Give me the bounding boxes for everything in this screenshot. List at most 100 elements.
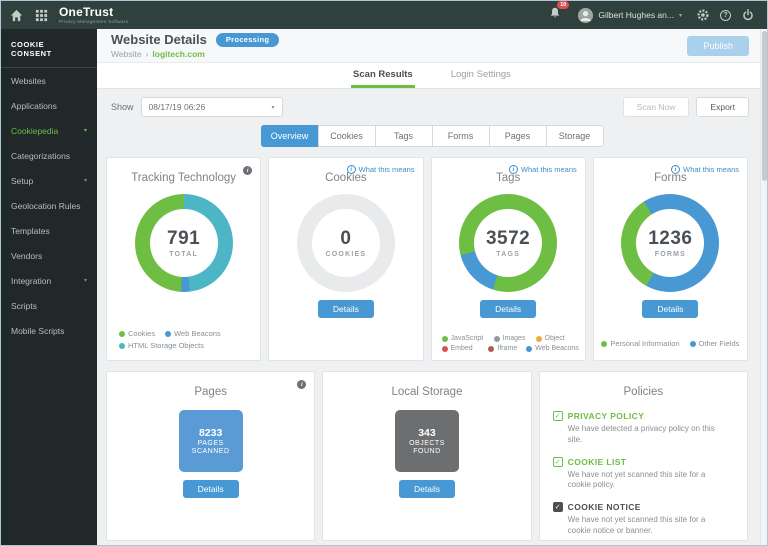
- sidebar-item-label: Geolocation Rules: [11, 201, 80, 211]
- user-menu[interactable]: Gilbert Hughes an... ▾: [578, 8, 682, 23]
- pages-tile: 8233 PAGES SCANNED: [179, 410, 243, 472]
- sidebar-item-geolocation-rules[interactable]: Geolocation Rules: [1, 193, 97, 218]
- tab-login-settings[interactable]: Login Settings: [449, 63, 513, 88]
- scan-date-select[interactable]: 08/17/19 06:26 ▾: [141, 97, 283, 117]
- sidebar-item-vendors[interactable]: Vendors: [1, 243, 97, 268]
- sidebar-item-websites[interactable]: Websites: [1, 68, 97, 93]
- sidebar-item-label: Websites: [11, 76, 46, 86]
- legend-label: Web Beacons: [535, 345, 578, 352]
- local-storage-details-button[interactable]: Details: [399, 480, 455, 498]
- logout-power-icon[interactable]: [741, 8, 755, 22]
- scan-now-button[interactable]: Scan Now: [623, 97, 690, 117]
- sidebar-item-label: Categorizations: [11, 151, 70, 161]
- legend-dot: [119, 343, 125, 349]
- legend-label: Personal Information: [610, 339, 679, 348]
- home-icon[interactable]: [9, 8, 24, 23]
- policy-description: We have not yet scanned this site for a …: [568, 470, 728, 492]
- legend-label: Cookies: [128, 329, 155, 338]
- legend-dot: [536, 336, 542, 342]
- caret-down-icon: ▾: [272, 104, 275, 111]
- card-title: Local Storage: [323, 386, 530, 398]
- sidebar-item-setup[interactable]: Setup▾: [1, 168, 97, 193]
- pill-pages[interactable]: Pages: [489, 125, 547, 147]
- tags-legend: JavaScript Images Object Embed Iframe We…: [442, 335, 579, 352]
- scrollbar-thumb[interactable]: [762, 31, 767, 181]
- caret-down-icon: ▾: [84, 127, 87, 134]
- checkbox-checked-icon[interactable]: ✓: [553, 457, 563, 467]
- cookies-count-value: 0: [340, 228, 351, 250]
- sidebar: COOKIE CONSENT Websites Applications Coo…: [1, 29, 97, 545]
- legend-item: HTML Storage Objects: [119, 341, 204, 350]
- pill-forms[interactable]: Forms: [432, 125, 490, 147]
- tracking-total-unit: TOTAL: [169, 251, 198, 258]
- legend-item: Other Fields: [690, 339, 740, 348]
- policy-label: PRIVACY POLICY: [568, 411, 645, 421]
- policy-description: We have not yet scanned this site for a …: [568, 515, 728, 537]
- legend-label: Embed: [451, 345, 473, 352]
- vertical-scrollbar[interactable]: [760, 29, 767, 545]
- sidebar-item-label: Vendors: [11, 251, 42, 261]
- local-storage-count-value: 343: [418, 427, 436, 439]
- export-button[interactable]: Export: [696, 97, 749, 117]
- tags-details-button[interactable]: Details: [480, 300, 536, 318]
- legend-label: HTML Storage Objects: [128, 341, 204, 350]
- tab-scan-results[interactable]: Scan Results: [351, 63, 415, 88]
- legend-label: Iframe: [497, 345, 517, 352]
- pill-storage[interactable]: Storage: [546, 125, 604, 147]
- sidebar-item-mobile-scripts[interactable]: Mobile Scripts: [1, 318, 97, 343]
- tags-count-value: 3572: [486, 228, 530, 250]
- legend-item: JavaScript: [442, 335, 494, 342]
- legend-label: Web Beacons: [174, 329, 221, 338]
- app-grid-icon[interactable]: [34, 8, 49, 23]
- cookies-what-this-means-link[interactable]: i What this means: [347, 165, 415, 174]
- pill-cookies[interactable]: Cookies: [318, 125, 376, 147]
- forms-details-button[interactable]: Details: [642, 300, 698, 318]
- pill-tags[interactable]: Tags: [375, 125, 433, 147]
- info-icon: i: [509, 165, 518, 174]
- pages-details-button[interactable]: Details: [183, 480, 239, 498]
- sidebar-item-integration[interactable]: Integration▾: [1, 268, 97, 293]
- pages-count-value: 8233: [199, 427, 222, 439]
- forms-what-this-means-link[interactable]: i What this means: [671, 165, 739, 174]
- tracking-donut-chart: 791 TOTAL: [135, 194, 233, 292]
- sidebar-item-scripts[interactable]: Scripts: [1, 293, 97, 318]
- policy-label: COOKIE LIST: [568, 457, 627, 467]
- sidebar-title: COOKIE CONSENT: [1, 29, 97, 68]
- settings-gear-icon[interactable]: [696, 8, 710, 22]
- user-avatar: [578, 8, 593, 23]
- publish-button[interactable]: Publish: [687, 36, 749, 56]
- sidebar-item-label: Scripts: [11, 301, 37, 311]
- sidebar-item-templates[interactable]: Templates: [1, 218, 97, 243]
- onetrust-logo[interactable]: OneTrust Privacy Management Software: [59, 6, 128, 25]
- breadcrumb-parent[interactable]: Website: [111, 49, 142, 59]
- caret-down-icon: ▾: [84, 277, 87, 284]
- sidebar-item-categorizations[interactable]: Categorizations: [1, 143, 97, 168]
- page-header: Website Details Processing Website › log…: [97, 29, 767, 63]
- status-badge: Processing: [216, 33, 279, 47]
- pill-overview[interactable]: Overview: [261, 125, 319, 147]
- sidebar-item-cookiepedia[interactable]: Cookiepedia▾: [1, 118, 97, 143]
- sidebar-item-applications[interactable]: Applications: [1, 93, 97, 118]
- legend-dot: [526, 346, 532, 352]
- show-label: Show: [111, 102, 134, 112]
- tags-what-this-means-link[interactable]: i What this means: [509, 165, 577, 174]
- checkbox-checked-icon[interactable]: ✓: [553, 411, 563, 421]
- local-storage-card: Local Storage 343 OBJECTS FOUND Details: [322, 371, 531, 541]
- legend-dot: [442, 346, 448, 352]
- cookies-details-button[interactable]: Details: [318, 300, 374, 318]
- policy-label: COOKIE NOTICE: [568, 502, 641, 512]
- user-name: Gilbert Hughes an...: [598, 10, 674, 20]
- legend-item: Iframe: [488, 345, 526, 352]
- cards-row-1: i Tracking Technology 791 TOTAL Cookies …: [97, 157, 767, 361]
- policy-description: We have detected a privacy policy on thi…: [568, 424, 728, 446]
- cards-row-2: i Pages 8233 PAGES SCANNED Details Local…: [97, 371, 767, 541]
- notifications-button[interactable]: 10: [548, 6, 562, 25]
- help-icon[interactable]: ?: [720, 10, 731, 21]
- tags-count-unit: TAGS: [496, 251, 520, 258]
- breadcrumb-separator-icon: ›: [146, 49, 149, 59]
- policy-item-cookie-notice: ✓ COOKIE NOTICE We have not yet scanned …: [553, 502, 734, 537]
- forms-count-unit: FORMS: [655, 251, 686, 258]
- card-title: Policies: [540, 386, 747, 398]
- local-storage-tile: 343 OBJECTS FOUND: [395, 410, 459, 472]
- checkbox-checked-icon[interactable]: ✓: [553, 502, 563, 512]
